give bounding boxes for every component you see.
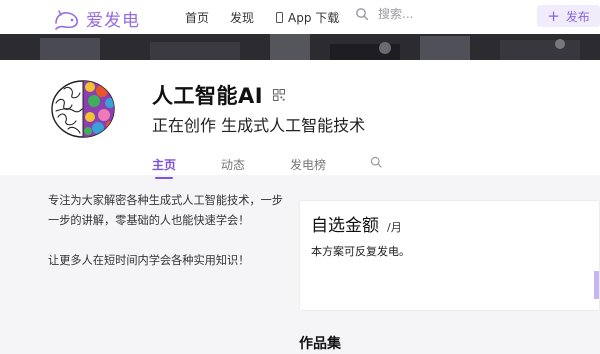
creator-name: 人工智能AI xyxy=(152,84,264,108)
avatar[interactable] xyxy=(48,73,118,143)
tab-sponsor-rank[interactable]: 发电榜 xyxy=(290,156,326,173)
search-icon[interactable] xyxy=(355,7,369,21)
plus-icon: + xyxy=(547,6,560,25)
phone-icon xyxy=(276,12,283,23)
creator-intro: 专注为大家解密各种生成式人工智能技术，一步一步的讲解，零基础的人也能快速学会！ … xyxy=(48,191,288,271)
nav-discover-link[interactable]: 发现 xyxy=(230,9,254,26)
plan-title: 自选金额 xyxy=(311,216,379,236)
nav-app-download-label: App 下载 xyxy=(288,11,340,25)
search-icon[interactable] xyxy=(370,156,382,168)
card-accent-bar xyxy=(594,271,599,299)
name-row: 人工智能AI xyxy=(152,80,286,110)
intro-paragraph: 让更多人在短时间内学会各种实用知识！ xyxy=(48,254,250,267)
qr-code-icon[interactable] xyxy=(273,89,286,101)
search-box xyxy=(355,7,498,21)
plan-description: 本方案可反复发电。 xyxy=(311,245,410,258)
top-nav: 爱发电 首页 发现 App 下载 + 发布 xyxy=(0,0,600,34)
sponsor-plan-card[interactable]: 自选金额 /月 本方案可反复发电。 xyxy=(299,200,600,311)
nav-home-link[interactable]: 首页 xyxy=(185,9,209,26)
profile-header: 人工智能AI 正在创作 生成式人工智能技术 主页 动态 发电榜 xyxy=(0,60,600,179)
tab-activity[interactable]: 动态 xyxy=(221,156,245,173)
publish-button[interactable]: + 发布 xyxy=(537,5,600,27)
plan-title-row: 自选金额 /月 xyxy=(311,211,402,236)
creating-description: 正在创作 生成式人工智能技术 xyxy=(152,116,366,135)
brain-avatar-image xyxy=(51,80,115,138)
nav-app-download-link[interactable]: App 下载 xyxy=(276,9,339,26)
logo[interactable]: 爱发电 xyxy=(52,6,140,31)
publish-label: 发布 xyxy=(565,9,590,24)
works-section-title: 作品集 xyxy=(299,336,341,352)
logo-icon xyxy=(55,9,78,30)
logo-text: 爱发电 xyxy=(86,11,140,31)
profile-banner xyxy=(0,34,600,60)
banner-image xyxy=(0,34,600,60)
tab-home[interactable]: 主页 xyxy=(152,156,176,179)
profile-tabs: 主页 动态 发电榜 xyxy=(0,156,600,179)
search-input[interactable] xyxy=(378,7,498,21)
plan-unit: /月 xyxy=(387,221,402,234)
intro-paragraph: 专注为大家解密各种生成式人工智能技术，一步一步的讲解，零基础的人也能快速学会！ xyxy=(48,194,283,227)
